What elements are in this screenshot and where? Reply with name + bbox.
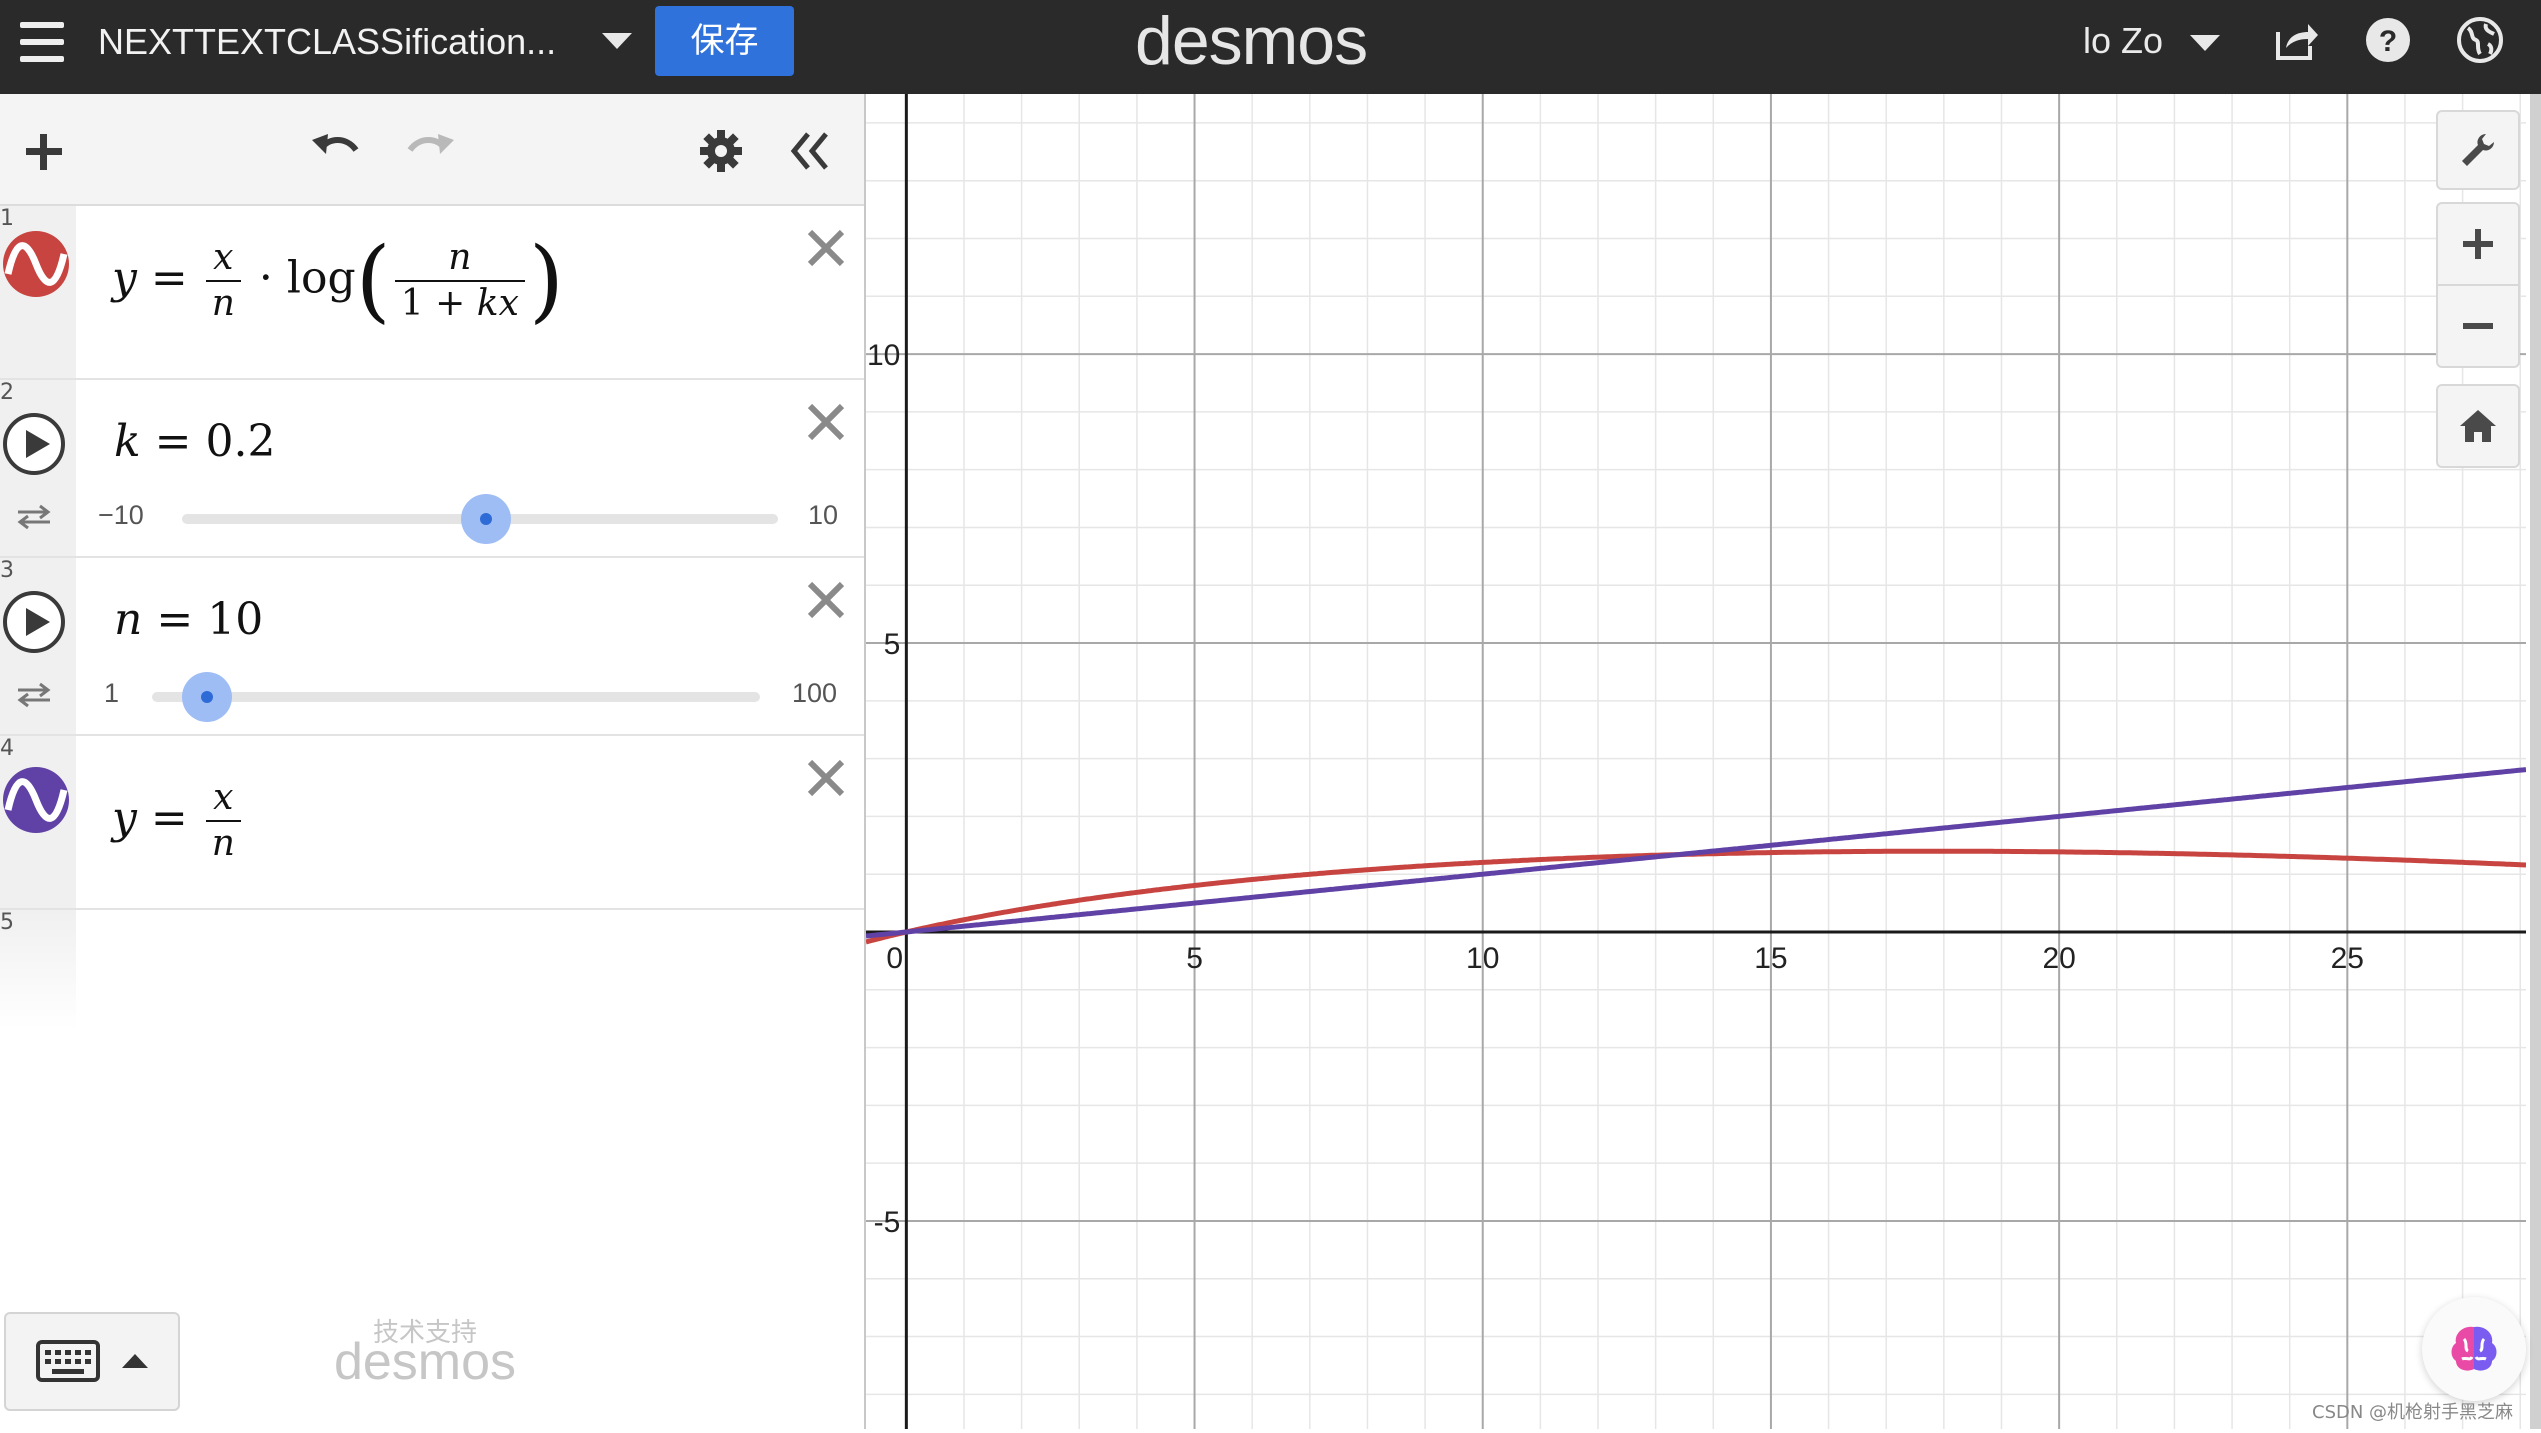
expression-row-empty[interactable]: 5 (0, 910, 864, 1030)
expression-number: 2 (0, 380, 14, 405)
expression-number: 1 (0, 206, 14, 231)
share-icon[interactable] (2270, 14, 2322, 66)
expression-list-panel: 1 y = xn · log(n1 + kx) 2 k = 0.2 −10 (0, 94, 864, 1429)
expression-number: 4 (0, 736, 14, 761)
wrench-icon (2462, 134, 2494, 166)
undo-icon[interactable] (310, 126, 366, 170)
expression-math[interactable]: y = xn · log(n 1 + kx) (112, 236, 564, 326)
assistant-brain-button[interactable] (2422, 1297, 2526, 1401)
help-icon[interactable]: ? (2362, 14, 2414, 66)
chevron-down-icon[interactable] (600, 30, 634, 52)
loop-mode-icon[interactable] (14, 500, 54, 532)
slider-track[interactable] (152, 692, 760, 702)
watermark-text: CSDN @机枪射手黑芝麻 (2312, 1402, 2514, 1423)
redo-icon[interactable] (400, 126, 456, 170)
slider-min-label[interactable]: −10 (98, 500, 144, 531)
expression-number: 5 (0, 910, 14, 935)
expression-row-4[interactable]: 4 y = xn (0, 736, 864, 910)
expression-number: 3 (0, 558, 14, 583)
slider-max-label[interactable]: 100 (792, 678, 837, 709)
slider-thumb[interactable] (460, 494, 511, 544)
desmos-logo: desmos (1135, 3, 1368, 79)
zoom-in-button[interactable] (2436, 202, 2520, 286)
save-button[interactable]: 保存 (655, 6, 794, 76)
expression-row-1[interactable]: 1 y = xn · log(n 1 + kx) (0, 206, 864, 380)
loop-mode-icon[interactable] (14, 678, 54, 710)
keyboard-icon (36, 1340, 100, 1382)
user-menu-chevron-icon[interactable] (2188, 32, 2222, 54)
plus-icon[interactable] (22, 130, 66, 174)
language-globe-icon[interactable] (2454, 14, 2506, 66)
graph-style-icon-purple[interactable] (2, 766, 70, 834)
brain-icon (2451, 1326, 2497, 1371)
gear-icon[interactable] (698, 128, 744, 174)
graph-canvas[interactable]: 0 5 10 15 20 25 10 5 -5 (865, 94, 2527, 1429)
x-tick-label: 0 (886, 942, 903, 975)
default-viewport-button[interactable] (2436, 384, 2520, 468)
x-tick-label: 15 (1754, 942, 1787, 975)
x-tick-label: 20 (2042, 942, 2075, 975)
play-icon[interactable] (2, 590, 66, 654)
expression-toolbar (0, 94, 864, 206)
delete-expression-icon[interactable] (804, 226, 848, 270)
delete-expression-icon[interactable] (804, 578, 848, 622)
zoom-out-icon (2463, 323, 2493, 329)
expression-math[interactable]: y = xn (112, 776, 245, 866)
keypad-toggle-button[interactable] (4, 1312, 180, 1411)
graph-title[interactable]: NEXTTEXTCLASSification... (98, 20, 556, 64)
scroll-edge (2530, 94, 2541, 1429)
slider-min-label[interactable]: 1 (104, 678, 119, 709)
caret-up-icon (122, 1354, 148, 1368)
svg-text:?: ? (2379, 25, 2397, 58)
expression-row-3[interactable]: 3 n = 10 1 100 (0, 558, 864, 736)
zoom-out-button[interactable] (2436, 284, 2520, 368)
slider-thumb[interactable] (182, 672, 233, 722)
series-line-purple (865, 767, 2527, 939)
slider-variable-math[interactable]: n = 10 (114, 594, 263, 645)
x-tick-label: 10 (1466, 942, 1499, 975)
delete-expression-icon[interactable] (804, 756, 848, 800)
graph-style-icon-red[interactable] (2, 230, 70, 298)
slider-max-label[interactable]: 10 (808, 500, 838, 531)
user-name[interactable]: lo Zo (2083, 20, 2163, 62)
delete-expression-icon[interactable] (804, 400, 848, 444)
y-tick-label: 10 (867, 339, 900, 372)
y-tick-label: 5 (884, 628, 901, 661)
series-line-red (865, 848, 2527, 945)
y-tick-label: -5 (874, 1206, 901, 1239)
collapse-double-chevron-icon[interactable] (786, 128, 832, 174)
x-tick-label: 5 (1186, 942, 1203, 975)
graph-paper[interactable]: 0 5 10 15 20 25 10 5 -5 (865, 94, 2527, 1429)
x-tick-label: 25 (2331, 942, 2364, 975)
expression-row-2[interactable]: 2 k = 0.2 −10 10 (0, 380, 864, 558)
top-bar: NEXTTEXTCLASSification... 保存 desmos lo Z… (0, 0, 2541, 94)
play-icon[interactable] (2, 412, 66, 476)
home-icon (2460, 410, 2496, 442)
zoom-in-icon (2463, 229, 2493, 259)
slider-variable-math[interactable]: k = 0.2 (114, 416, 276, 467)
graph-settings-button[interactable] (2436, 110, 2520, 190)
menu-icon[interactable] (20, 22, 64, 62)
